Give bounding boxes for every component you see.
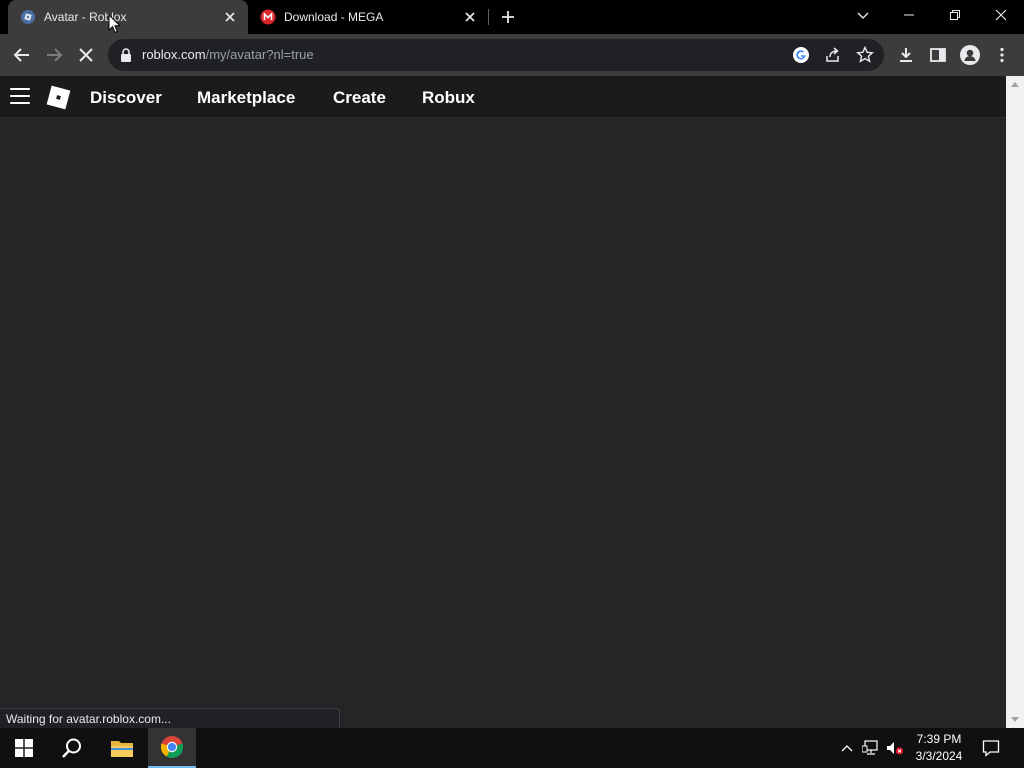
tab-title: Avatar - Roblox bbox=[44, 10, 127, 24]
profile-button[interactable] bbox=[958, 43, 982, 67]
nav-robux[interactable]: Robux bbox=[422, 88, 475, 108]
nav-discover[interactable]: Discover bbox=[90, 88, 162, 108]
arrow-right-icon bbox=[47, 48, 63, 62]
download-icon bbox=[900, 48, 912, 62]
minimize-button[interactable] bbox=[886, 0, 932, 30]
notifications-button[interactable] bbox=[982, 739, 1000, 757]
clock-date: 3/3/2024 bbox=[915, 749, 963, 763]
volume-tray-icon[interactable] bbox=[886, 739, 904, 757]
back-button[interactable] bbox=[10, 43, 34, 67]
lock-icon[interactable] bbox=[120, 48, 132, 62]
minimize-icon bbox=[904, 14, 914, 16]
hamburger-menu-icon[interactable] bbox=[10, 88, 30, 106]
url-host: roblox.com bbox=[142, 47, 206, 62]
close-tab-icon[interactable] bbox=[222, 9, 238, 25]
scroll-up-arrow-icon[interactable] bbox=[1011, 82, 1019, 87]
close-window-button[interactable] bbox=[978, 0, 1024, 30]
close-icon bbox=[995, 9, 1007, 21]
star-icon bbox=[856, 46, 874, 63]
tab-title: Download - MEGA bbox=[284, 10, 384, 24]
side-panel-icon bbox=[930, 48, 946, 62]
downloads-button[interactable] bbox=[894, 43, 918, 67]
notification-icon bbox=[982, 740, 1000, 757]
browser-toolbar: roblox.com/my/avatar?nl=true bbox=[0, 34, 1024, 76]
vertical-scrollbar[interactable] bbox=[1006, 76, 1024, 728]
forward-button[interactable] bbox=[42, 43, 66, 67]
search-icon bbox=[62, 738, 81, 758]
google-icon bbox=[793, 47, 809, 63]
tab-search-button[interactable] bbox=[840, 0, 886, 30]
scroll-down-arrow-icon[interactable] bbox=[1011, 717, 1019, 722]
close-tab-icon[interactable] bbox=[462, 9, 478, 25]
network-icon bbox=[862, 740, 878, 755]
tab-strip: Avatar - Roblox Download - MEGA bbox=[0, 0, 1024, 34]
tab-download-mega[interactable]: Download - MEGA bbox=[248, 0, 488, 34]
share-button[interactable] bbox=[823, 45, 843, 65]
more-vertical-icon bbox=[1000, 47, 1004, 63]
tab-separator bbox=[488, 9, 489, 25]
chevron-up-icon bbox=[841, 745, 853, 752]
roblox-logo-icon[interactable] bbox=[44, 83, 73, 112]
nav-create[interactable]: Create bbox=[333, 88, 386, 108]
nav-marketplace[interactable]: Marketplace bbox=[197, 88, 295, 108]
start-button[interactable] bbox=[0, 728, 48, 768]
windows-logo-icon bbox=[15, 739, 33, 757]
arrow-left-icon bbox=[13, 48, 29, 62]
system-clock[interactable]: 7:39 PM 3/3/2024 bbox=[908, 731, 970, 765]
page-viewport: Discover Marketplace Create Robux Waitin… bbox=[0, 76, 1006, 728]
url-text[interactable]: roblox.com/my/avatar?nl=true bbox=[142, 47, 314, 62]
stop-loading-button[interactable] bbox=[74, 43, 98, 67]
volume-muted-icon bbox=[887, 742, 904, 755]
tab-avatar-roblox[interactable]: Avatar - Roblox bbox=[8, 0, 248, 34]
roblox-loading-icon bbox=[21, 10, 35, 24]
chrome-menu-button[interactable] bbox=[990, 43, 1014, 67]
mega-icon bbox=[260, 9, 276, 25]
new-tab-icon[interactable] bbox=[500, 9, 516, 25]
chevron-down-icon bbox=[857, 12, 869, 19]
file-explorer-button[interactable] bbox=[98, 728, 146, 768]
stop-icon bbox=[79, 48, 93, 62]
network-tray-icon[interactable] bbox=[862, 739, 880, 757]
chrome-taskbar-button[interactable] bbox=[148, 728, 196, 768]
clock-time: 7:39 PM bbox=[916, 732, 962, 746]
share-icon bbox=[826, 47, 839, 62]
windows-taskbar: 7:39 PM 3/3/2024 bbox=[0, 728, 1024, 768]
folder-icon bbox=[111, 741, 133, 757]
side-panel-button[interactable] bbox=[926, 43, 950, 67]
mouse-cursor-icon bbox=[108, 14, 122, 34]
status-bubble: Waiting for avatar.roblox.com... bbox=[0, 708, 340, 728]
taskbar-search-button[interactable] bbox=[48, 728, 96, 768]
google-lens-button[interactable] bbox=[791, 45, 811, 65]
address-bar[interactable]: roblox.com/my/avatar?nl=true bbox=[108, 39, 884, 71]
roblox-header: Discover Marketplace Create Robux bbox=[0, 76, 1006, 118]
show-hidden-icons-button[interactable] bbox=[838, 739, 856, 757]
chrome-icon bbox=[160, 736, 184, 759]
restore-button[interactable] bbox=[932, 0, 978, 30]
avatar-icon bbox=[960, 45, 980, 65]
url-path: /my/avatar?nl=true bbox=[205, 47, 314, 62]
restore-icon bbox=[950, 10, 960, 20]
bookmark-button[interactable] bbox=[855, 45, 875, 65]
